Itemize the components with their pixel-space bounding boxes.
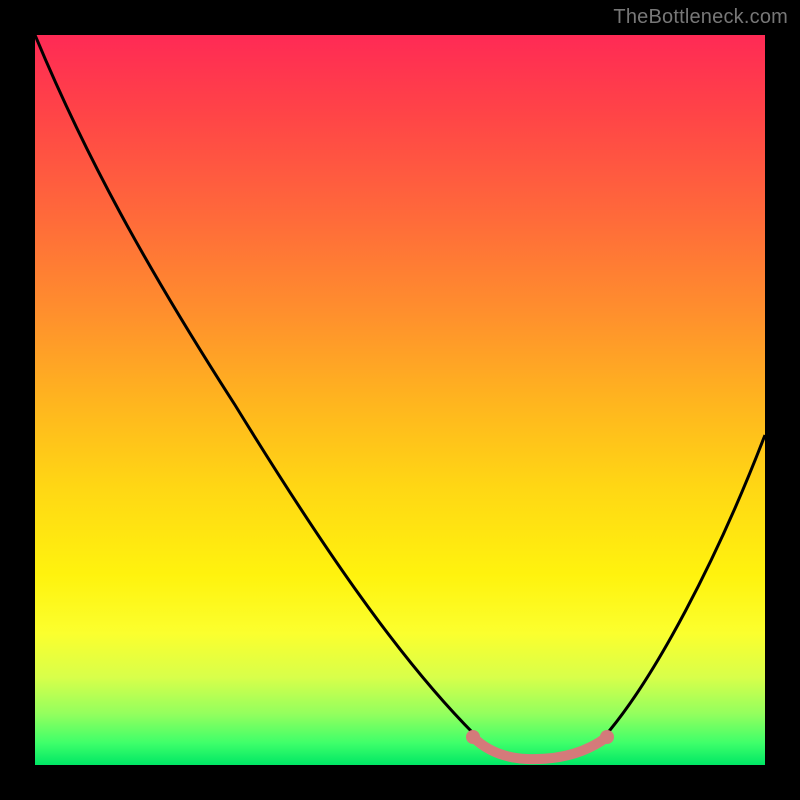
- watermark-text: TheBottleneck.com: [613, 6, 788, 29]
- chart-svg: [35, 35, 765, 765]
- chart-frame: TheBottleneck.com: [0, 0, 800, 800]
- bottleneck-curve: [35, 35, 765, 760]
- sweet-spot-left-marker: [466, 730, 480, 744]
- plot-area: [35, 35, 765, 765]
- sweet-spot-right-marker: [600, 730, 614, 744]
- sweet-spot-band: [473, 737, 607, 759]
